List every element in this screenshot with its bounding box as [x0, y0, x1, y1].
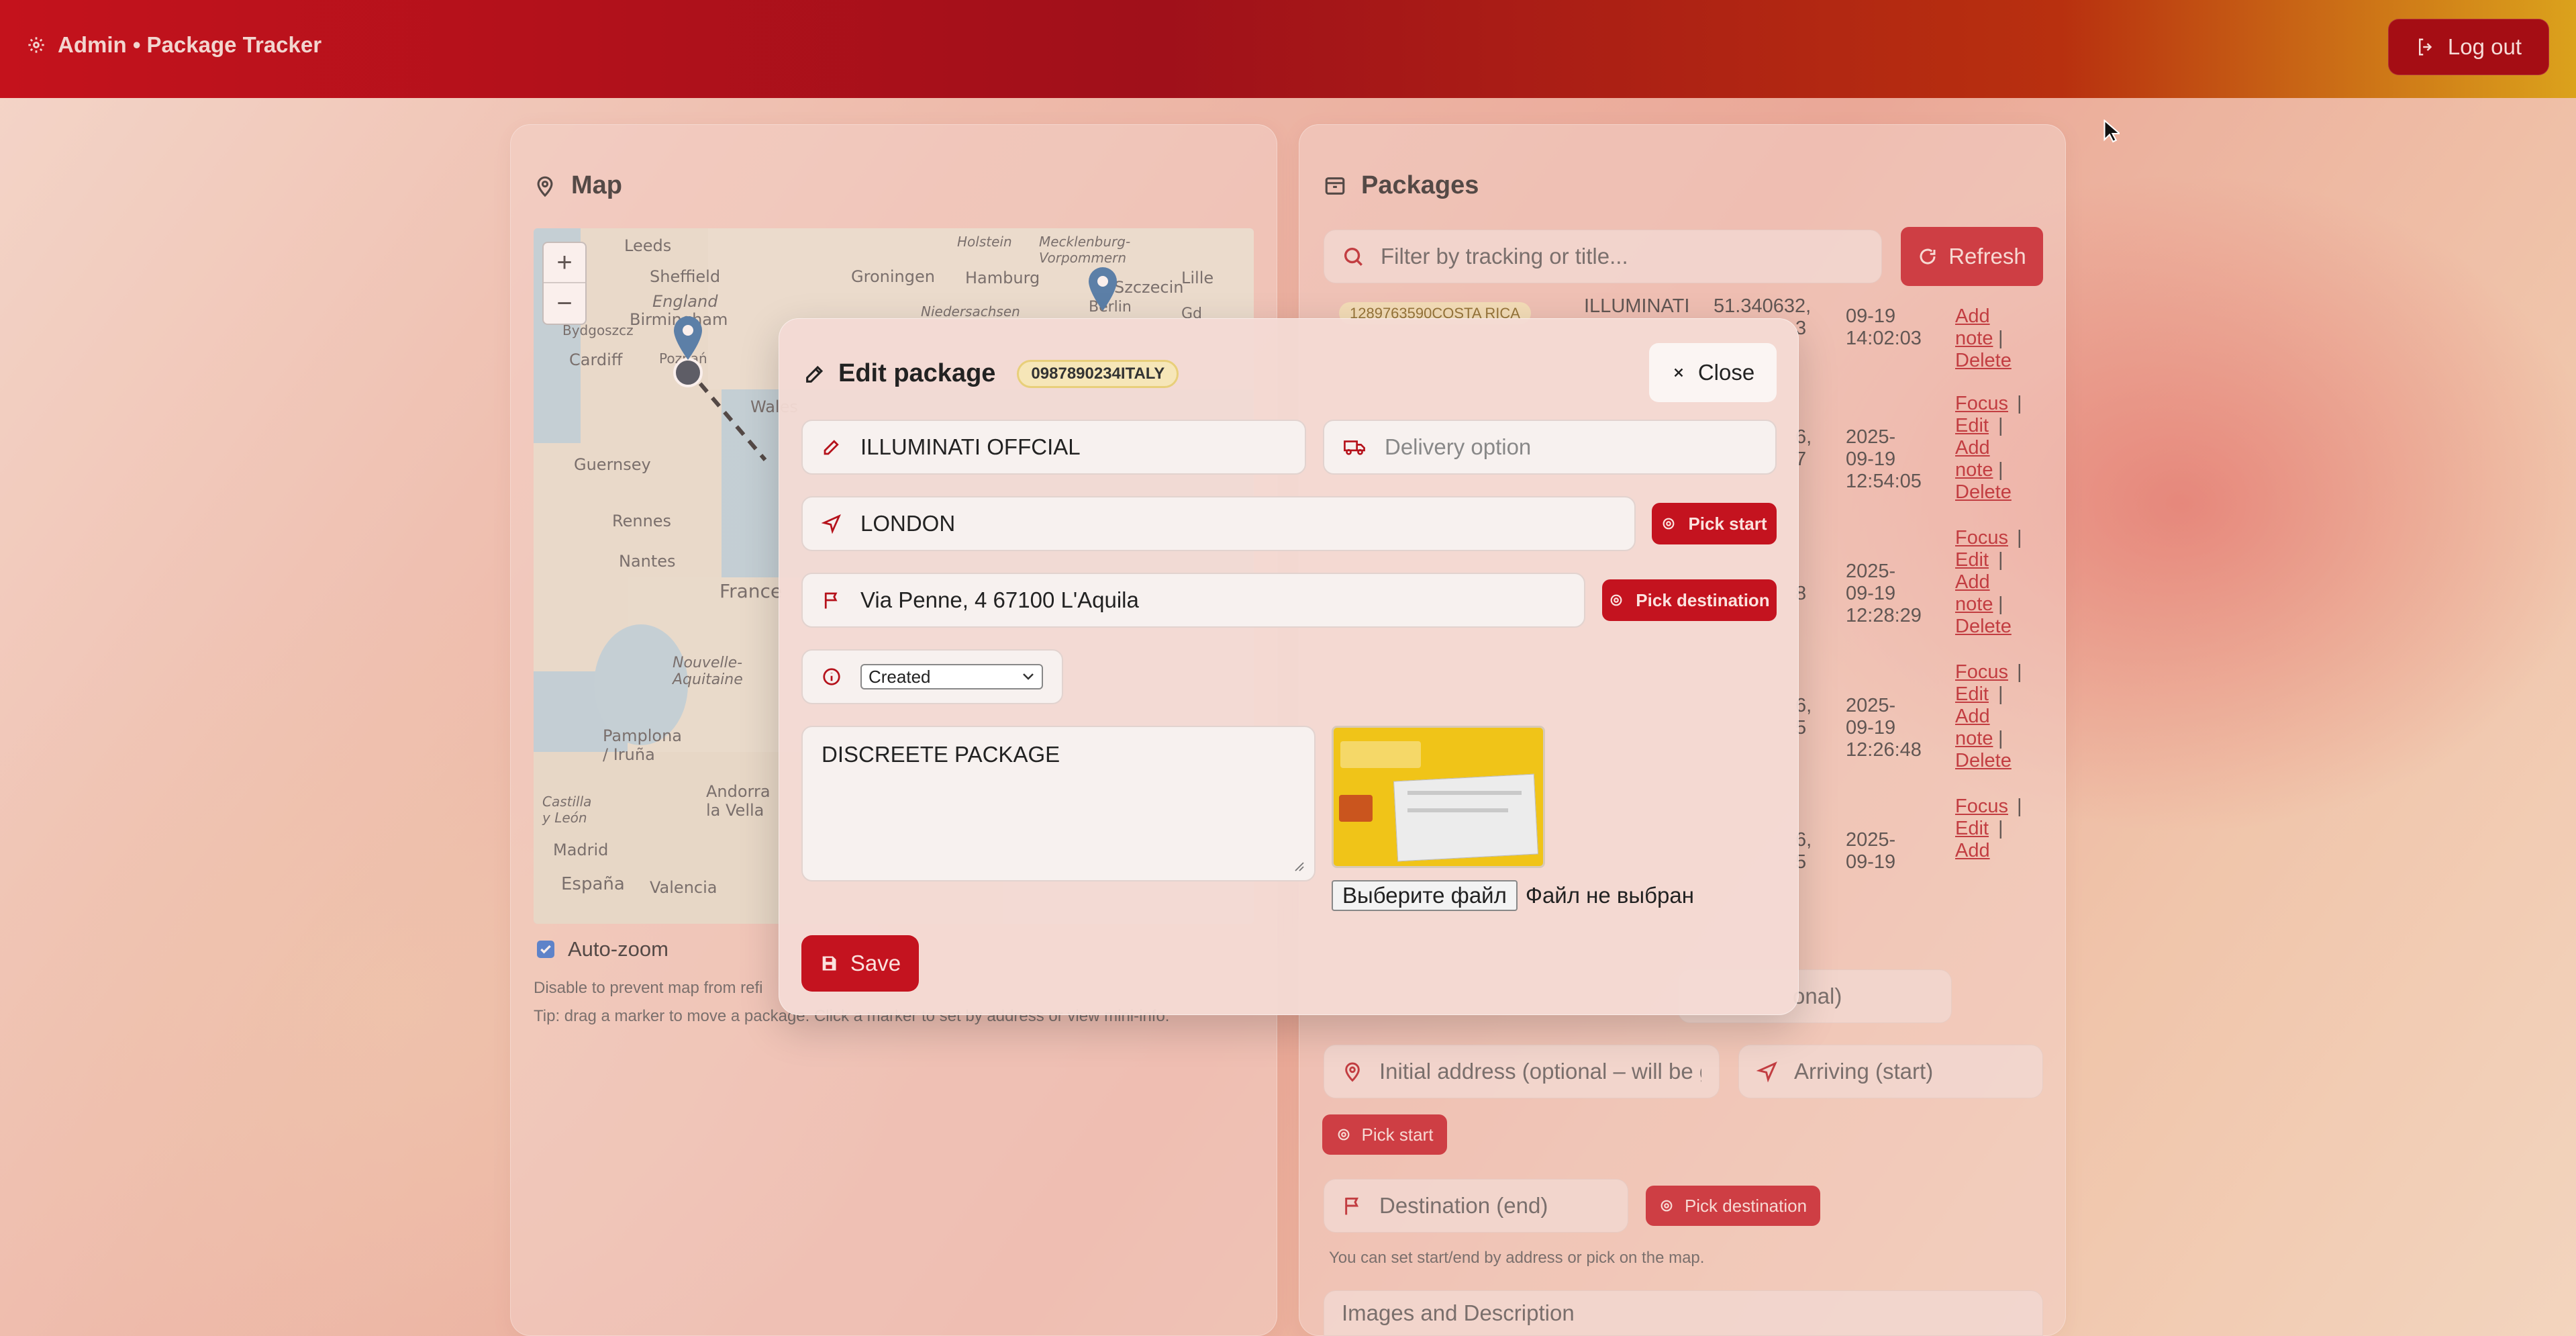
- save-icon: [820, 954, 838, 973]
- tracking-badge: 0987890234ITALY: [1017, 359, 1179, 388]
- image-label-area: [1393, 773, 1538, 862]
- status-field: Created: [801, 649, 1063, 704]
- modal-header: Edit package 0987890234ITALY: [803, 359, 1179, 388]
- top-bar: Admin • Package Tracker Log out: [0, 0, 2576, 98]
- flag-icon: [822, 590, 842, 610]
- chevron-down-icon: [1022, 672, 1035, 681]
- truck-icon: [1343, 437, 1366, 457]
- close-button[interactable]: Close: [1649, 343, 1777, 402]
- save-button[interactable]: Save: [801, 935, 919, 992]
- logout-button[interactable]: Log out: [2387, 19, 2549, 75]
- status-select[interactable]: Created: [860, 664, 1043, 689]
- description-textarea[interactable]: DISCREETE PACKAGE: [801, 726, 1316, 881]
- image-print: [1340, 741, 1421, 768]
- destination-address-value: Via Penne, 4 67100 L'Aquila: [860, 587, 1139, 612]
- file-status-text: Файл не выбран: [1525, 883, 1694, 908]
- choose-file-button[interactable]: Выберите файл: [1332, 880, 1518, 911]
- package-image-thumbnail[interactable]: [1332, 726, 1545, 868]
- file-picker: Выберите файл Файл не выбран: [1332, 880, 1694, 911]
- mouse-cursor-icon: [2103, 120, 2120, 144]
- close-icon: [1671, 365, 1686, 380]
- save-label: Save: [850, 951, 901, 975]
- start-address-input[interactable]: LONDON: [801, 496, 1636, 551]
- pencil-icon: [822, 437, 842, 457]
- pencil-icon: [803, 363, 826, 385]
- start-address-value: LONDON: [860, 511, 956, 536]
- close-label: Close: [1697, 360, 1755, 385]
- description-value: DISCREETE PACKAGE: [822, 742, 1060, 767]
- title-input[interactable]: ILLUMINATI OFFCIAL: [801, 420, 1306, 475]
- resize-handle-icon[interactable]: [1293, 860, 1305, 872]
- info-icon: [822, 667, 842, 687]
- pick-destination-label: Pick destination: [1636, 589, 1770, 610]
- delivery-option-placeholder: Delivery option: [1385, 434, 1532, 459]
- navigation-arrow-icon: [822, 514, 842, 534]
- status-selected-value: Created: [869, 666, 931, 687]
- title-input-value: ILLUMINATI OFFCIAL: [860, 434, 1081, 459]
- app-title: Admin • Package Tracker: [58, 32, 322, 57]
- pick-start-label: Pick start: [1688, 513, 1767, 534]
- brand: Admin • Package Tracker: [27, 32, 321, 58]
- target-icon: [1609, 593, 1624, 608]
- logout-icon: [2416, 37, 2436, 57]
- image-label-lines: [1407, 791, 1522, 795]
- destination-address-input[interactable]: Via Penne, 4 67100 L'Aquila: [801, 573, 1585, 628]
- pick-destination-button[interactable]: Pick destination: [1602, 579, 1777, 621]
- image-label-lines: [1407, 808, 1508, 812]
- delivery-option-input[interactable]: Delivery option: [1323, 420, 1777, 475]
- edit-package-modal: Edit package 0987890234ITALY Close ILLUM…: [779, 318, 1799, 1015]
- target-icon: [1661, 516, 1676, 531]
- gear-icon: [27, 36, 46, 54]
- logout-label: Log out: [2447, 34, 2522, 59]
- modal-title: Edit package: [838, 359, 996, 387]
- image-print-red: [1339, 795, 1373, 822]
- pick-start-button[interactable]: Pick start: [1652, 503, 1777, 544]
